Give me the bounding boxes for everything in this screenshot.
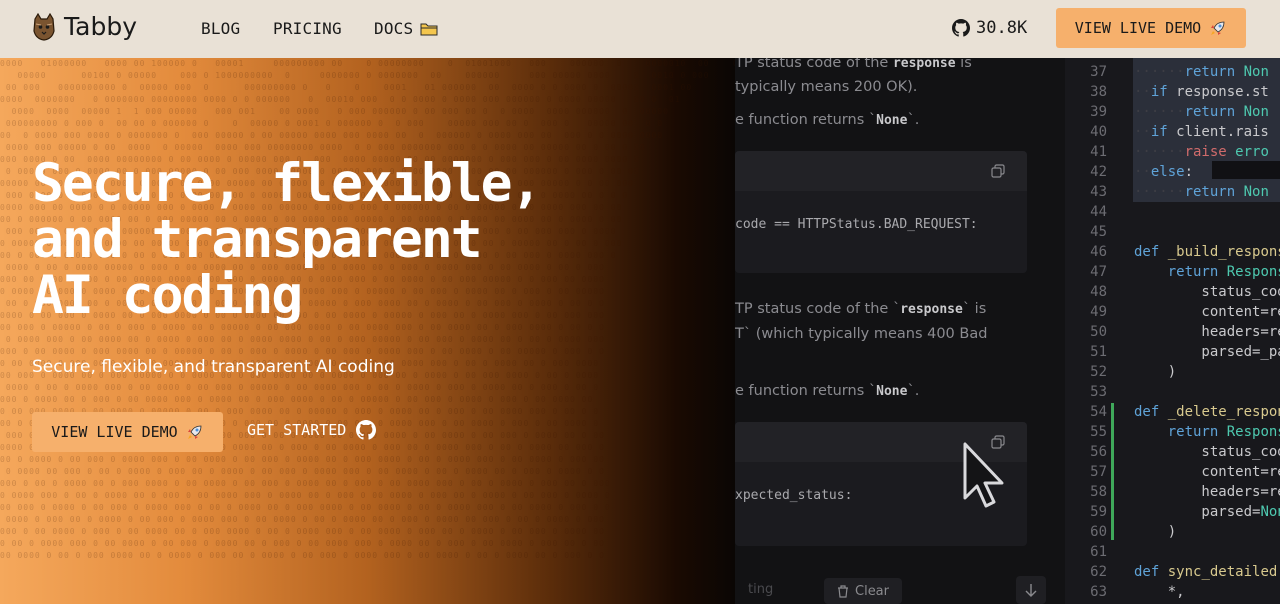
folder-icon	[420, 23, 438, 35]
github-icon	[356, 420, 377, 440]
chat-code-block-1: code == HTTPStatus.BAD_REQUEST:	[735, 151, 1027, 273]
line-number: 41	[1090, 144, 1107, 160]
github-stars-link[interactable]: 30.8K	[952, 18, 1027, 38]
line-number: 51	[1090, 344, 1107, 360]
binary-pattern-decoration: 0000 01000000 0000 00 100000 0 00001 000…	[0, 59, 735, 560]
line-number: 61	[1090, 544, 1107, 560]
line-number: 37	[1090, 64, 1107, 80]
line-number: 60	[1090, 524, 1107, 540]
chat-text-span: e function returns	[735, 112, 869, 128]
chat-text-span: TP status code of the	[735, 58, 893, 71]
nav-link-blog[interactable]: BLOG	[201, 19, 240, 38]
rocket-icon	[1211, 21, 1225, 35]
chat-code-span: response	[892, 58, 956, 71]
hero-view-live-demo-button[interactable]: VIEW LIVE DEMO	[32, 412, 223, 452]
line-number: 45	[1090, 224, 1107, 240]
hero-demo-label: VIEW LIVE DEMO	[51, 423, 178, 441]
line-number: 58	[1090, 484, 1107, 500]
code-content: ······return Non ··if response.st ······…	[1134, 64, 1280, 600]
github-icon	[952, 19, 970, 37]
chat-code-span: response	[900, 302, 963, 317]
github-stars-count: 30.8K	[976, 18, 1028, 38]
line-number: 54	[1090, 404, 1107, 420]
chat-text-span: .	[914, 112, 920, 128]
line-number: 47	[1090, 264, 1107, 280]
code-line: code == HTTPStatus.BAD_REQUEST:	[735, 217, 978, 232]
line-number-gutter: 37 38 39 40 41 42 43 44 45 46 47 48 49 50 51 52 53 54 55 56…	[1065, 62, 1107, 602]
brand[interactable]: Tabby	[32, 12, 137, 41]
line-number: 52	[1090, 364, 1107, 380]
headline-line-2: and transparent	[32, 209, 483, 270]
nav-view-live-demo-button[interactable]: VIEW LIVE DEMO	[1056, 8, 1246, 48]
clear-button-label: Clear	[855, 583, 889, 599]
faded-button-label: ting	[748, 582, 774, 597]
mouse-pointer-icon	[963, 442, 1004, 508]
headline-line-3: AI coding	[32, 265, 303, 326]
get-started-link[interactable]: GET STARTED	[247, 420, 377, 440]
rocket-icon	[187, 425, 202, 439]
line-number: 43	[1090, 184, 1107, 200]
chat-text-span: is	[970, 301, 987, 317]
nav-link-docs-label: DOCS	[374, 19, 414, 38]
line-number: 55	[1090, 424, 1107, 440]
line-number: 44	[1090, 204, 1107, 220]
tabby-logo-icon	[33, 12, 55, 41]
chat-text-span: e function returns	[735, 383, 869, 399]
hero-section: 0000 01000000 0000 00 100000 0 00001 000…	[0, 58, 1280, 604]
hero-headline: Secure, flexible, and transparent AI cod…	[32, 156, 592, 324]
chat-paragraph-5: T` (which typically means 400 Bad	[735, 326, 988, 342]
line-number: 46	[1090, 244, 1107, 260]
hero-subheadline: Secure, flexible, and transparent AI cod…	[32, 357, 395, 377]
copy-icon[interactable]	[991, 164, 1005, 178]
top-navbar: Tabby BLOG PRICING DOCS 30.8K VIEW LIVE …	[0, 0, 1280, 58]
chat-text-span: TP status code of the	[735, 301, 893, 317]
scroll-down-button[interactable]	[1016, 576, 1046, 604]
nav-demo-label: VIEW LIVE DEMO	[1074, 19, 1202, 37]
headline-line-1: Secure, flexible,	[32, 153, 542, 214]
line-number: 59	[1090, 504, 1107, 520]
nav-link-docs[interactable]: DOCS	[374, 19, 438, 38]
chat-paragraph-3: e function returns `None`.	[735, 112, 920, 128]
arrow-down-icon	[1025, 584, 1037, 597]
get-started-label: GET STARTED	[247, 421, 347, 439]
brand-name: Tabby	[64, 12, 137, 41]
chat-text-span: .	[914, 383, 920, 399]
chat-text-span: is	[955, 58, 972, 71]
line-number: 57	[1090, 464, 1107, 480]
line-number: 48	[1090, 284, 1107, 300]
line-number: 53	[1090, 384, 1107, 400]
chat-paragraph-1: TP status code of the response is	[735, 58, 972, 71]
chat-code-span: None	[876, 384, 908, 399]
chat-paragraph-4: TP status code of the `response` is	[735, 301, 987, 317]
chat-paragraph-2: typically means 200 OK).	[735, 79, 918, 95]
code-line: xpected_status:	[735, 488, 853, 503]
chat-paragraph-6: e function returns `None`.	[735, 383, 920, 399]
line-number: 50	[1090, 324, 1107, 340]
clear-button[interactable]: Clear	[824, 578, 902, 604]
line-number: 56	[1090, 444, 1107, 460]
line-number: 38	[1090, 84, 1107, 100]
line-number: 62	[1090, 564, 1107, 580]
code-block-header	[735, 151, 1027, 191]
line-number: 39	[1090, 104, 1107, 120]
line-number: 49	[1090, 304, 1107, 320]
nav-link-pricing[interactable]: PRICING	[273, 19, 342, 38]
chat-code-span: None	[876, 113, 908, 128]
line-number: 40	[1090, 124, 1107, 140]
line-number: 63	[1090, 584, 1107, 600]
git-change-indicator	[1111, 403, 1114, 540]
trash-icon	[838, 584, 848, 598]
line-number: 42	[1090, 164, 1107, 180]
